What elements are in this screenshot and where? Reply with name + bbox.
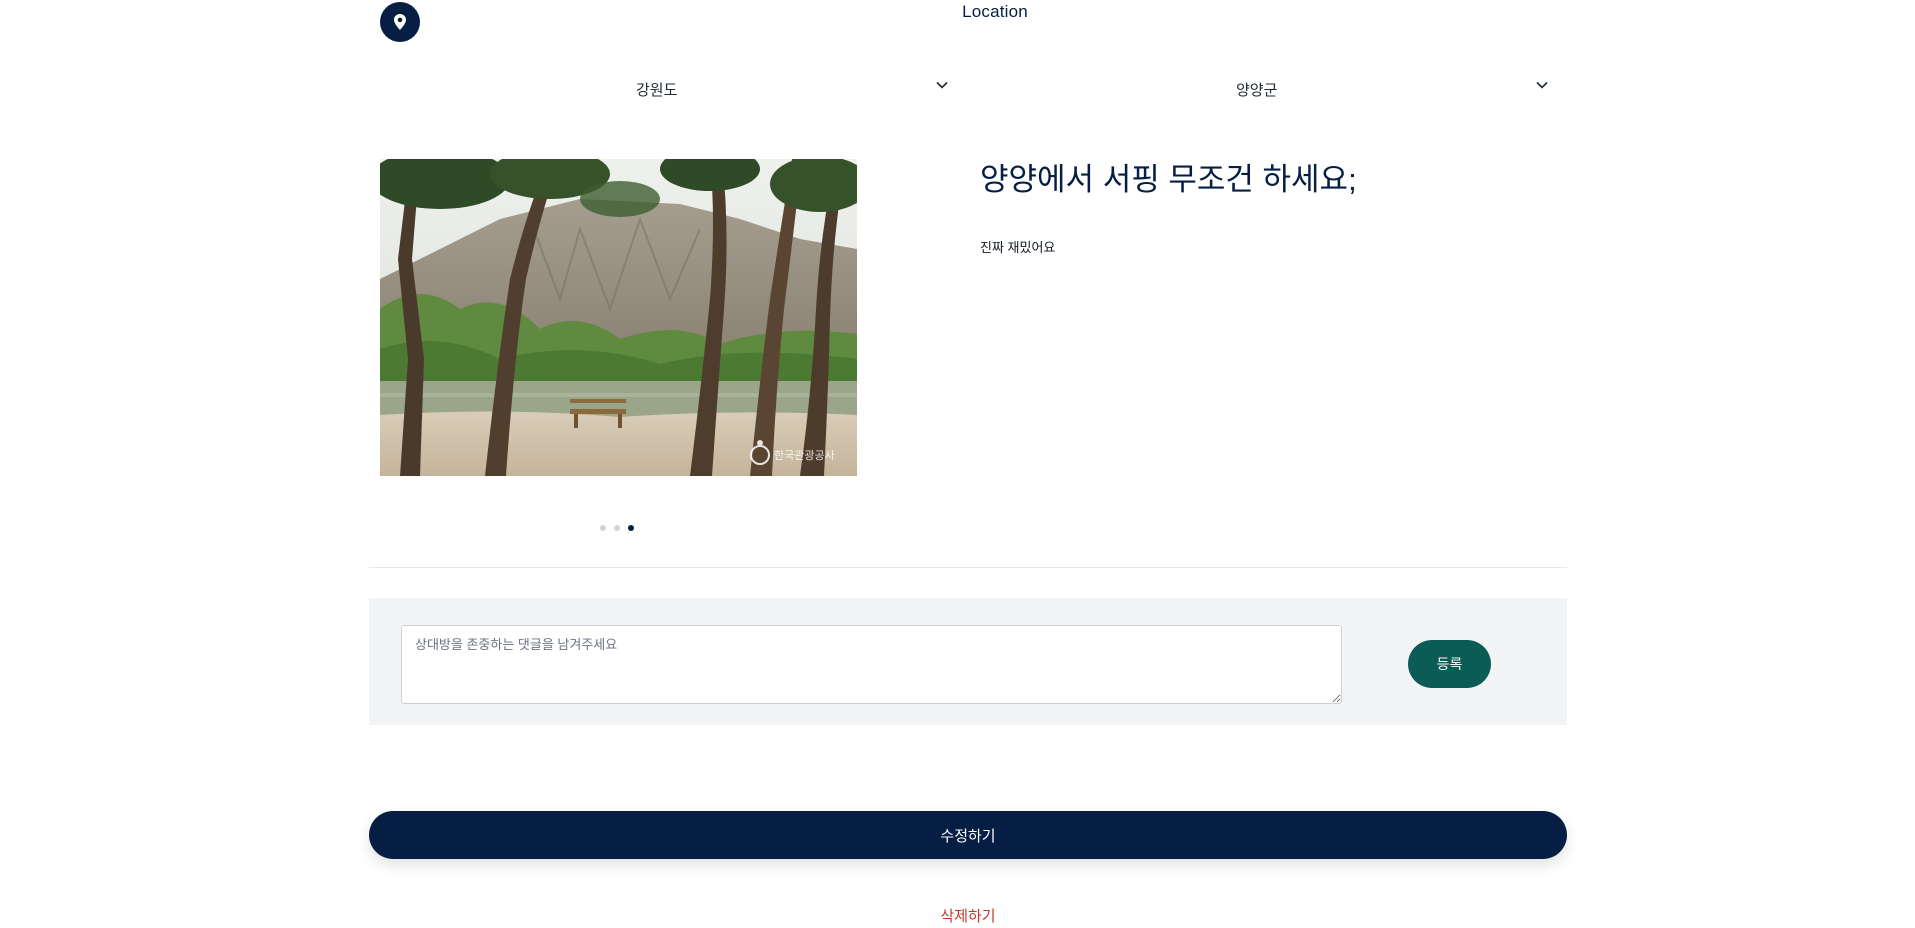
chevron-down-icon bbox=[936, 81, 948, 89]
carousel-pagination bbox=[600, 525, 634, 531]
province-select-value: 강원도 bbox=[636, 81, 678, 99]
comment-submit-button[interactable]: 등록 bbox=[1408, 640, 1491, 688]
delete-link[interactable]: 삭제하기 bbox=[0, 905, 1915, 926]
carousel-image-pine-forest-lake: 한국관광공사 bbox=[380, 159, 857, 476]
carousel-dot-1[interactable] bbox=[600, 525, 606, 531]
province-select[interactable]: 강원도 bbox=[380, 76, 948, 102]
location-title: Location bbox=[962, 2, 1028, 21]
page: Location 강원도 양양군 한국관광공사 양양에서 서핑 무조건 하세요;… bbox=[0, 0, 1915, 928]
district-select[interactable]: 양양군 bbox=[980, 76, 1548, 102]
district-select-value: 양양군 bbox=[1236, 81, 1278, 99]
image-carousel[interactable]: 한국관광공사 bbox=[380, 159, 857, 476]
carousel-dot-2[interactable] bbox=[614, 525, 620, 531]
svg-text:한국관광공사: 한국관광공사 bbox=[774, 449, 835, 462]
carousel-dot-3[interactable] bbox=[628, 525, 634, 531]
post-body: 진짜 재밌어요 bbox=[980, 240, 1056, 255]
comment-panel: 등록 bbox=[369, 598, 1567, 725]
edit-button[interactable]: 수정하기 bbox=[369, 811, 1567, 859]
post-title: 양양에서 서핑 무조건 하세요; bbox=[980, 162, 1357, 197]
chevron-down-icon bbox=[1536, 81, 1548, 89]
comment-input[interactable] bbox=[401, 625, 1342, 704]
section-divider bbox=[369, 567, 1567, 568]
